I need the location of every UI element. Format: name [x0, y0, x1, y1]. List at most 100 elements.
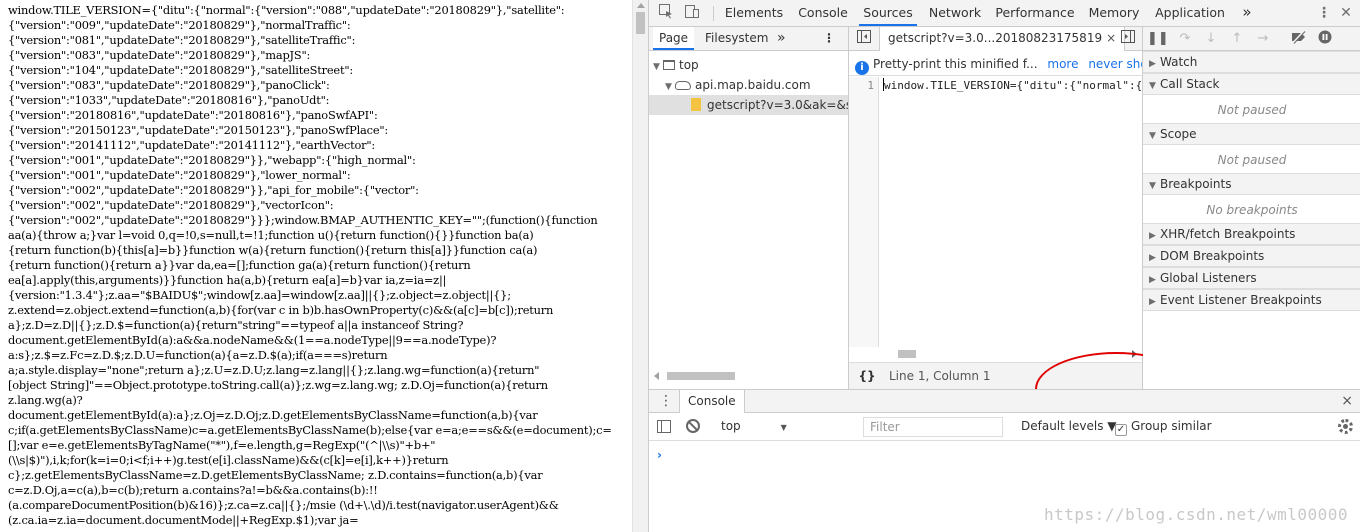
- step-icon[interactable]: →: [1253, 30, 1273, 48]
- step-over-icon[interactable]: ↷: [1175, 30, 1195, 48]
- script-file-icon: [691, 98, 701, 111]
- source-text: window.TILE_VERSION={"ditu":{"normal":{"…: [8, 3, 632, 528]
- close-drawer-icon[interactable]: ×: [1341, 392, 1353, 410]
- source-line: c};z.getElementsByClassName=z.D.getEleme…: [8, 468, 543, 482]
- tab-elements[interactable]: Elements: [721, 0, 787, 26]
- console-settings-gear-icon[interactable]: [1338, 419, 1353, 434]
- tab-network[interactable]: Network: [925, 0, 985, 26]
- collapsed-triangle-icon: ▶: [1149, 59, 1156, 69]
- expanded-triangle-icon: ▼: [1149, 81, 1156, 91]
- page-scroll-thumb[interactable]: [636, 12, 645, 34]
- close-tab-icon[interactable]: ×: [1106, 31, 1116, 45]
- tab-application[interactable]: Application: [1149, 0, 1231, 26]
- source-line: {"version":"104","updateDate":"20180829"…: [8, 63, 354, 77]
- editor-status-bar: {} Line 1, Column 1: [849, 362, 1142, 389]
- devtools-toolbar: Elements Console Sources Network Perform…: [649, 0, 1360, 27]
- event-listener-breakpoints-label: Event Listener Breakpoints: [1160, 293, 1322, 307]
- editor-horizontal-scrollbar[interactable]: [849, 347, 1142, 361]
- navigator-horizontal-scrollbar[interactable]: [649, 368, 848, 382]
- group-similar-label: Group similar: [1131, 419, 1212, 433]
- source-line: {"version":"083","updateDate":"20180829"…: [8, 78, 330, 92]
- tree-item-top[interactable]: ▼ top: [649, 55, 848, 75]
- breakpoints-pane-header[interactable]: ▼ Breakpoints: [1143, 173, 1360, 195]
- group-similar-checkbox[interactable]: ✓: [1115, 424, 1127, 436]
- xhr-breakpoints-label: XHR/fetch Breakpoints: [1160, 227, 1296, 241]
- source-line: {"version":"001","updateDate":"20180829"…: [8, 153, 416, 167]
- navigator-scroll-thumb[interactable]: [667, 372, 735, 380]
- collapsed-triangle-icon: ▶: [1149, 231, 1156, 241]
- code-line[interactable]: window.TILE_VERSION={"ditu":{"normal":{: [883, 77, 1141, 95]
- navigator-tab-page[interactable]: Page: [653, 27, 695, 50]
- source-line: {"version":"002","updateDate":"20180829"…: [8, 213, 598, 227]
- source-line: {"version":"083","updateDate":"20180829"…: [8, 48, 311, 62]
- source-line: {"version":"20150123","updateDate":"2015…: [8, 123, 389, 137]
- more-tabs-icon[interactable]: »: [1237, 0, 1257, 26]
- source-line: {"version":"009","updateDate":"20180829"…: [8, 18, 351, 32]
- scroll-right-icon[interactable]: [1132, 350, 1137, 358]
- dom-breakpoints-header[interactable]: ▶ DOM Breakpoints: [1143, 245, 1360, 267]
- tab-memory[interactable]: Memory: [1087, 0, 1141, 26]
- drawer-tab-console[interactable]: Console: [679, 390, 745, 413]
- scope-pane-header[interactable]: ▼ Scope: [1143, 123, 1360, 145]
- source-line: {"version":"002","updateDate":"20180829"…: [8, 198, 334, 212]
- watch-pane-header[interactable]: ▶ Watch: [1143, 51, 1360, 73]
- context-selector[interactable]: top ▼: [721, 413, 845, 440]
- pretty-print-infobar: i Pretty-print this minified f... more ne…: [849, 52, 1142, 76]
- toggle-navigator-icon[interactable]: [853, 29, 875, 49]
- source-line: document.getElementById(a):a};z.Oj=z.D.O…: [8, 408, 538, 422]
- tab-console[interactable]: Console: [793, 0, 853, 26]
- tab-sources[interactable]: Sources: [859, 0, 917, 26]
- call-stack-pane-header[interactable]: ▼ Call Stack: [1143, 73, 1360, 95]
- pretty-print-button[interactable]: {}: [853, 363, 881, 389]
- inspect-element-icon[interactable]: [655, 3, 677, 23]
- log-levels-dropdown[interactable]: Default levels ▼: [1021, 413, 1117, 440]
- source-line: document.getElementById(a):a&&a.nodeName…: [8, 333, 497, 347]
- code-area[interactable]: 1 window.TILE_VERSION={"ditu":{"normal":…: [849, 77, 1142, 347]
- tab-performance[interactable]: Performance: [993, 0, 1077, 26]
- line-number-gutter[interactable]: 1: [849, 77, 879, 347]
- source-line: {"version":"20180816","updateDate":"2018…: [8, 108, 378, 122]
- event-listener-breakpoints-header[interactable]: ▶ Event Listener Breakpoints: [1143, 289, 1360, 311]
- step-into-icon[interactable]: ↓: [1201, 30, 1221, 48]
- navigator-tab-filesystem[interactable]: Filesystem: [699, 27, 774, 50]
- group-similar-toggle[interactable]: ✓ Group similar: [1115, 413, 1212, 440]
- page-scrollbar[interactable]: [632, 0, 648, 532]
- console-prompt[interactable]: ›: [657, 448, 662, 462]
- deactivate-breakpoints-icon[interactable]: [1289, 30, 1309, 48]
- editor-scroll-thumb[interactable]: [898, 350, 916, 358]
- debugger-toolbar: ❚❚ ↷ ↓ ↑ →: [1143, 27, 1360, 51]
- expanded-triangle-icon: ▼: [665, 82, 672, 92]
- infobar-more-link[interactable]: more: [1047, 57, 1078, 71]
- scroll-up-icon[interactable]: [637, 3, 645, 8]
- pause-icon[interactable]: ❚❚: [1147, 30, 1169, 48]
- xhr-breakpoints-header[interactable]: ▶ XHR/fetch Breakpoints: [1143, 223, 1360, 245]
- tree-item-domain[interactable]: ▼ api.map.baidu.com: [649, 75, 848, 95]
- global-listeners-header[interactable]: ▶ Global Listeners: [1143, 267, 1360, 289]
- scroll-left-icon[interactable]: [654, 372, 659, 380]
- drawer-menu-icon[interactable]: ⋮: [659, 392, 673, 410]
- step-out-icon[interactable]: ↑: [1227, 30, 1247, 48]
- navigator-menu-icon[interactable]: ⋮: [817, 27, 841, 50]
- tree-item-file[interactable]: getscript?v=3.0&ak=&ser: [649, 95, 848, 115]
- console-filter-input[interactable]: Filter: [863, 417, 1003, 437]
- more-options-icon[interactable]: ⋮: [1313, 3, 1335, 23]
- expanded-triangle-icon: ▼: [653, 62, 660, 72]
- navigator-more-icon[interactable]: »: [771, 27, 792, 50]
- editor-file-tab[interactable]: getscript?v=3.0...20180823175819 ×: [879, 27, 1126, 51]
- source-line: {"version":"001","updateDate":"20180829"…: [8, 168, 351, 182]
- clear-console-icon[interactable]: [686, 419, 700, 433]
- console-sidebar-icon[interactable]: [657, 420, 671, 433]
- dom-breakpoints-label: DOM Breakpoints: [1160, 249, 1265, 263]
- collapsed-triangle-icon: ▶: [1149, 253, 1156, 263]
- frame-icon: [663, 60, 675, 70]
- device-toolbar-icon[interactable]: [681, 3, 703, 23]
- pause-on-exceptions-icon[interactable]: [1315, 30, 1335, 48]
- close-devtools-icon[interactable]: ✕: [1335, 3, 1357, 23]
- breakpoints-label: Breakpoints: [1160, 177, 1232, 191]
- source-line: {"version":"20141112","updateDate":"2014…: [8, 138, 376, 152]
- infobar-never-show-link[interactable]: never show: [1088, 57, 1142, 71]
- source-line: (\\s|$)"),i,k;for(k=i=0;i<f;i++)g.test(e…: [8, 453, 449, 467]
- source-line: [object String]"==Object.prototype.toStr…: [8, 378, 548, 392]
- line-number: 1: [867, 79, 874, 92]
- toggle-debugger-icon[interactable]: [1117, 29, 1139, 49]
